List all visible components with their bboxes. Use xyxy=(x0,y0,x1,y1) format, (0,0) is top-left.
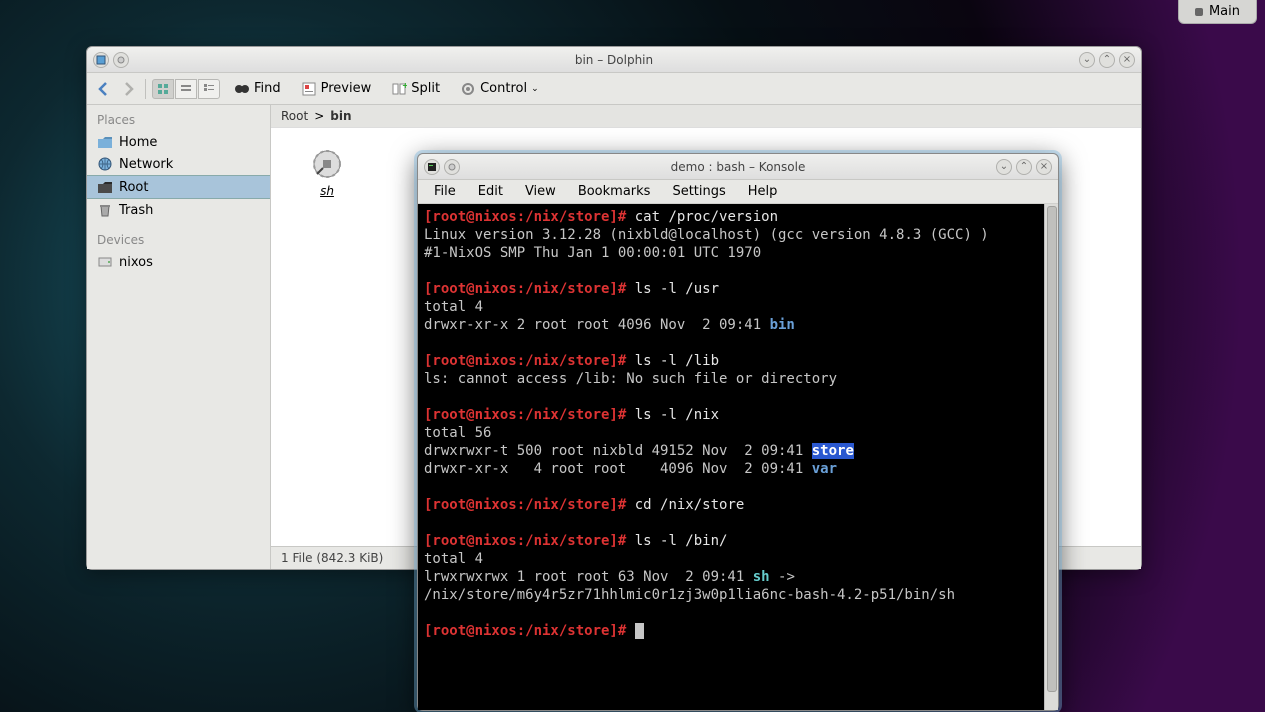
konsole-titlebar[interactable]: demo : bash – Konsole ⌄ ⌃ × xyxy=(418,154,1058,180)
breadcrumb-current[interactable]: bin xyxy=(330,109,351,123)
preview-icon xyxy=(301,81,317,97)
terminal-scrollbar[interactable] xyxy=(1044,204,1058,710)
drive-icon xyxy=(97,254,113,270)
back-button[interactable] xyxy=(93,78,115,100)
file-item-sh[interactable]: sh xyxy=(287,144,367,202)
konsole-menubar: File Edit View Bookmarks Settings Help xyxy=(418,180,1058,204)
terminal-output[interactable]: [root@nixos:/nix/store]# cat /proc/versi… xyxy=(418,204,1044,710)
split-label: Split xyxy=(411,81,440,96)
sidebar-item-root[interactable]: Root xyxy=(87,175,270,199)
folder-home-icon xyxy=(97,134,113,150)
binoculars-icon xyxy=(234,81,250,97)
main-label: Main xyxy=(1209,4,1240,19)
sidebar-item-label: Network xyxy=(119,157,173,172)
menu-file[interactable]: File xyxy=(424,182,466,201)
dolphin-title: bin – Dolphin xyxy=(87,53,1141,67)
split-icon: + xyxy=(391,81,407,97)
compact-view-button[interactable] xyxy=(175,79,197,99)
control-button[interactable]: Control ⌄ xyxy=(454,78,545,100)
breadcrumb: Root > bin xyxy=(271,105,1141,128)
gear-icon xyxy=(460,81,476,97)
folder-root-icon xyxy=(97,179,113,195)
find-button[interactable]: Find xyxy=(228,78,287,100)
menu-help[interactable]: Help xyxy=(738,182,788,201)
preview-label: Preview xyxy=(321,81,372,96)
breadcrumb-root[interactable]: Root xyxy=(281,109,308,123)
view-mode-group xyxy=(152,79,220,99)
sidebar-item-network[interactable]: Network xyxy=(87,153,270,175)
control-label: Control xyxy=(480,81,527,96)
chevron-down-icon: ⌄ xyxy=(531,84,539,94)
separator xyxy=(145,79,146,99)
globe-icon xyxy=(97,156,113,172)
svg-text:+: + xyxy=(402,81,407,90)
cursor xyxy=(635,623,644,639)
sidebar-item-label: Root xyxy=(119,180,148,195)
konsole-window: demo : bash – Konsole ⌄ ⌃ × File Edit Vi… xyxy=(417,153,1059,711)
trash-icon xyxy=(97,202,113,218)
sidebar-item-label: Home xyxy=(119,135,157,150)
file-label: sh xyxy=(320,184,334,198)
preview-button[interactable]: Preview xyxy=(295,78,378,100)
menu-edit[interactable]: Edit xyxy=(468,182,513,201)
sidebar-item-label: nixos xyxy=(119,255,153,270)
executable-icon xyxy=(311,148,343,180)
menu-bookmarks[interactable]: Bookmarks xyxy=(568,182,661,201)
main-icon xyxy=(1195,8,1203,16)
konsole-title: demo : bash – Konsole xyxy=(418,160,1058,174)
dolphin-titlebar[interactable]: bin – Dolphin ⌄ ⌃ × xyxy=(87,47,1141,73)
sidebar-item-trash[interactable]: Trash xyxy=(87,199,270,221)
forward-button[interactable] xyxy=(117,78,139,100)
menu-view[interactable]: View xyxy=(515,182,566,201)
sidebar-item-nixos[interactable]: nixos xyxy=(87,251,270,273)
main-menu-button[interactable]: Main xyxy=(1178,0,1257,24)
menu-settings[interactable]: Settings xyxy=(662,182,735,201)
sidebar-item-label: Trash xyxy=(119,203,153,218)
dolphin-toolbar: Find Preview + Split Control ⌄ xyxy=(87,73,1141,105)
scrollbar-thumb[interactable] xyxy=(1047,206,1057,692)
breadcrumb-separator: > xyxy=(314,109,324,123)
devices-heading: Devices xyxy=(87,229,270,251)
places-heading: Places xyxy=(87,109,270,131)
find-label: Find xyxy=(254,81,281,96)
icons-view-button[interactable] xyxy=(152,79,174,99)
places-sidebar: Places Home Network Root Trash Devices n… xyxy=(87,105,271,569)
split-button[interactable]: + Split xyxy=(385,78,446,100)
sidebar-item-home[interactable]: Home xyxy=(87,131,270,153)
details-view-button[interactable] xyxy=(198,79,220,99)
